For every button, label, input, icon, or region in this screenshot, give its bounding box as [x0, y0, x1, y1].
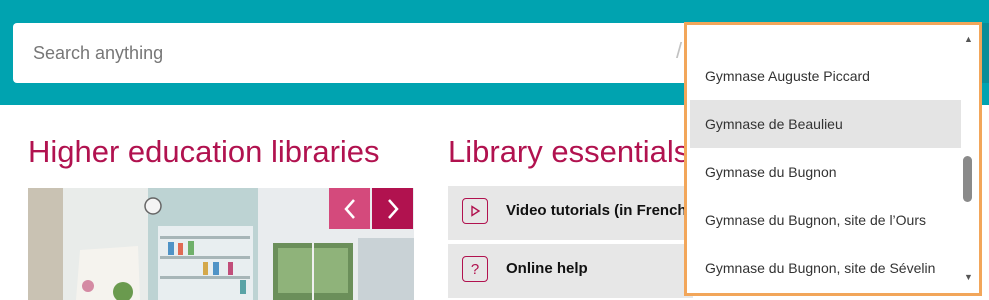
search-separator: /: [676, 38, 683, 63]
dropdown-option[interactable]: Gymnase du Bugnon: [690, 148, 961, 196]
carousel-prev-button[interactable]: [329, 188, 370, 229]
search-box[interactable]: [13, 23, 773, 83]
scrollbar-thumb[interactable]: [963, 156, 972, 202]
dropdown-option-selected[interactable]: Gymnase de Beaulieu: [690, 100, 961, 148]
online-help-label: Online help: [506, 260, 588, 277]
dropdown-option[interactable]: Gymnase du Bugnon, site de l’Ours: [690, 196, 961, 244]
video-tutorials-link[interactable]: Video tutorials (in French: [448, 186, 693, 240]
video-tutorials-label: Video tutorials (in French: [506, 202, 687, 219]
play-icon: [462, 198, 488, 224]
dropdown-scrollbar[interactable]: ▲ ▼: [961, 28, 976, 286]
search-input[interactable]: [13, 23, 773, 83]
dropdown-option[interactable]: Gymnase du Bugnon, site de Sévelin: [690, 244, 961, 292]
chevron-right-icon: [387, 198, 399, 219]
help-icon: ?: [462, 256, 488, 282]
scroll-up-arrow-icon[interactable]: ▲: [961, 31, 976, 46]
higher-education-libraries-title: Higher education libraries: [28, 134, 380, 169]
library-essentials-title: Library essentials: [448, 134, 690, 169]
carousel-next-button[interactable]: [372, 188, 413, 229]
library-dropdown-list[interactable]: Gymnase Auguste Piccard Gymnase de Beaul…: [684, 22, 982, 296]
chevron-left-icon: [343, 198, 355, 219]
dropdown-option[interactable]: Gymnase Auguste Piccard: [690, 52, 961, 100]
online-help-link[interactable]: ? Online help: [448, 244, 693, 298]
scroll-down-arrow-icon[interactable]: ▼: [961, 269, 976, 284]
